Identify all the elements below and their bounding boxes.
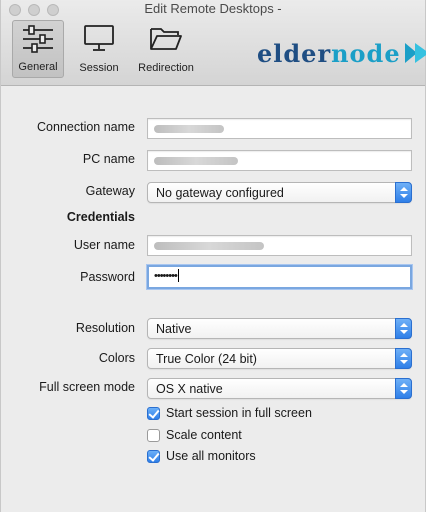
- password-input[interactable]: ••••••••: [147, 265, 412, 289]
- use-all-monitors-label: Use all monitors: [166, 449, 256, 463]
- colors-value: True Color (24 bit): [156, 352, 257, 366]
- window-title: Edit Remote Desktops -: [144, 1, 282, 16]
- redacted-user-name: [154, 242, 264, 250]
- connection-name-input[interactable]: [147, 118, 412, 139]
- password-label: Password: [80, 270, 135, 284]
- redacted-pc-name: [154, 157, 238, 165]
- start-fullscreen-label: Start session in full screen: [166, 406, 312, 420]
- tab-redirection[interactable]: Redirection: [133, 20, 199, 78]
- resolution-label: Resolution: [75, 321, 135, 335]
- scale-content-label: Scale content: [166, 428, 242, 442]
- pc-name-label: PC name: [82, 152, 135, 166]
- pc-name-input[interactable]: [147, 150, 412, 171]
- tab-session-label: Session: [79, 62, 119, 74]
- fullscreen-mode-label: Full screen mode: [39, 380, 135, 394]
- fullscreen-dropdown-icon: [395, 378, 412, 399]
- checkbox-checked-icon: [147, 406, 160, 420]
- fullscreen-mode-select[interactable]: OS X native: [147, 378, 412, 399]
- gateway-label: Gateway: [85, 184, 135, 198]
- logo-text: eldernode: [257, 38, 401, 68]
- credentials-heading: Credentials: [66, 210, 135, 224]
- sliders-icon: [23, 25, 53, 53]
- connection-name-label: Connection name: [37, 120, 135, 134]
- checkbox-unchecked-icon: [147, 428, 160, 442]
- colors-label: Colors: [98, 351, 135, 365]
- password-value: ••••••••: [154, 270, 178, 282]
- colors-dropdown-icon: [395, 348, 412, 369]
- tab-general[interactable]: General: [12, 20, 64, 78]
- gateway-dropdown-icon: [395, 182, 412, 203]
- edit-remote-desktops-window: Edit Remote Desktops - General Session R…: [0, 0, 426, 512]
- folder-icon: [150, 28, 182, 50]
- use-all-monitors-checkbox[interactable]: Use all monitors: [147, 448, 256, 464]
- redacted-connection-name: [154, 125, 224, 133]
- resolution-select[interactable]: Native: [147, 318, 412, 339]
- tab-general-label: General: [18, 61, 58, 73]
- resolution-value: Native: [156, 322, 192, 336]
- checkbox-checked-icon: [147, 449, 160, 463]
- start-fullscreen-checkbox[interactable]: Start session in full screen: [147, 405, 312, 421]
- monitor-icon: [84, 25, 114, 51]
- eldernode-logo: eldernode: [257, 36, 426, 70]
- text-caret: [177, 269, 179, 283]
- user-name-input[interactable]: [147, 235, 412, 256]
- gateway-value: No gateway configured: [156, 186, 284, 200]
- fullscreen-mode-value: OS X native: [156, 382, 223, 396]
- gateway-select[interactable]: No gateway configured: [147, 182, 412, 203]
- user-name-label: User name: [73, 238, 135, 252]
- title-toolbar: Edit Remote Desktops - General Session R…: [1, 0, 426, 86]
- play-arrows-icon: [404, 43, 426, 63]
- tab-session[interactable]: Session: [73, 20, 125, 78]
- colors-select[interactable]: True Color (24 bit): [147, 348, 412, 369]
- scale-content-checkbox[interactable]: Scale content: [147, 427, 242, 443]
- tab-redirection-label: Redirection: [138, 62, 194, 74]
- resolution-dropdown-icon: [395, 318, 412, 339]
